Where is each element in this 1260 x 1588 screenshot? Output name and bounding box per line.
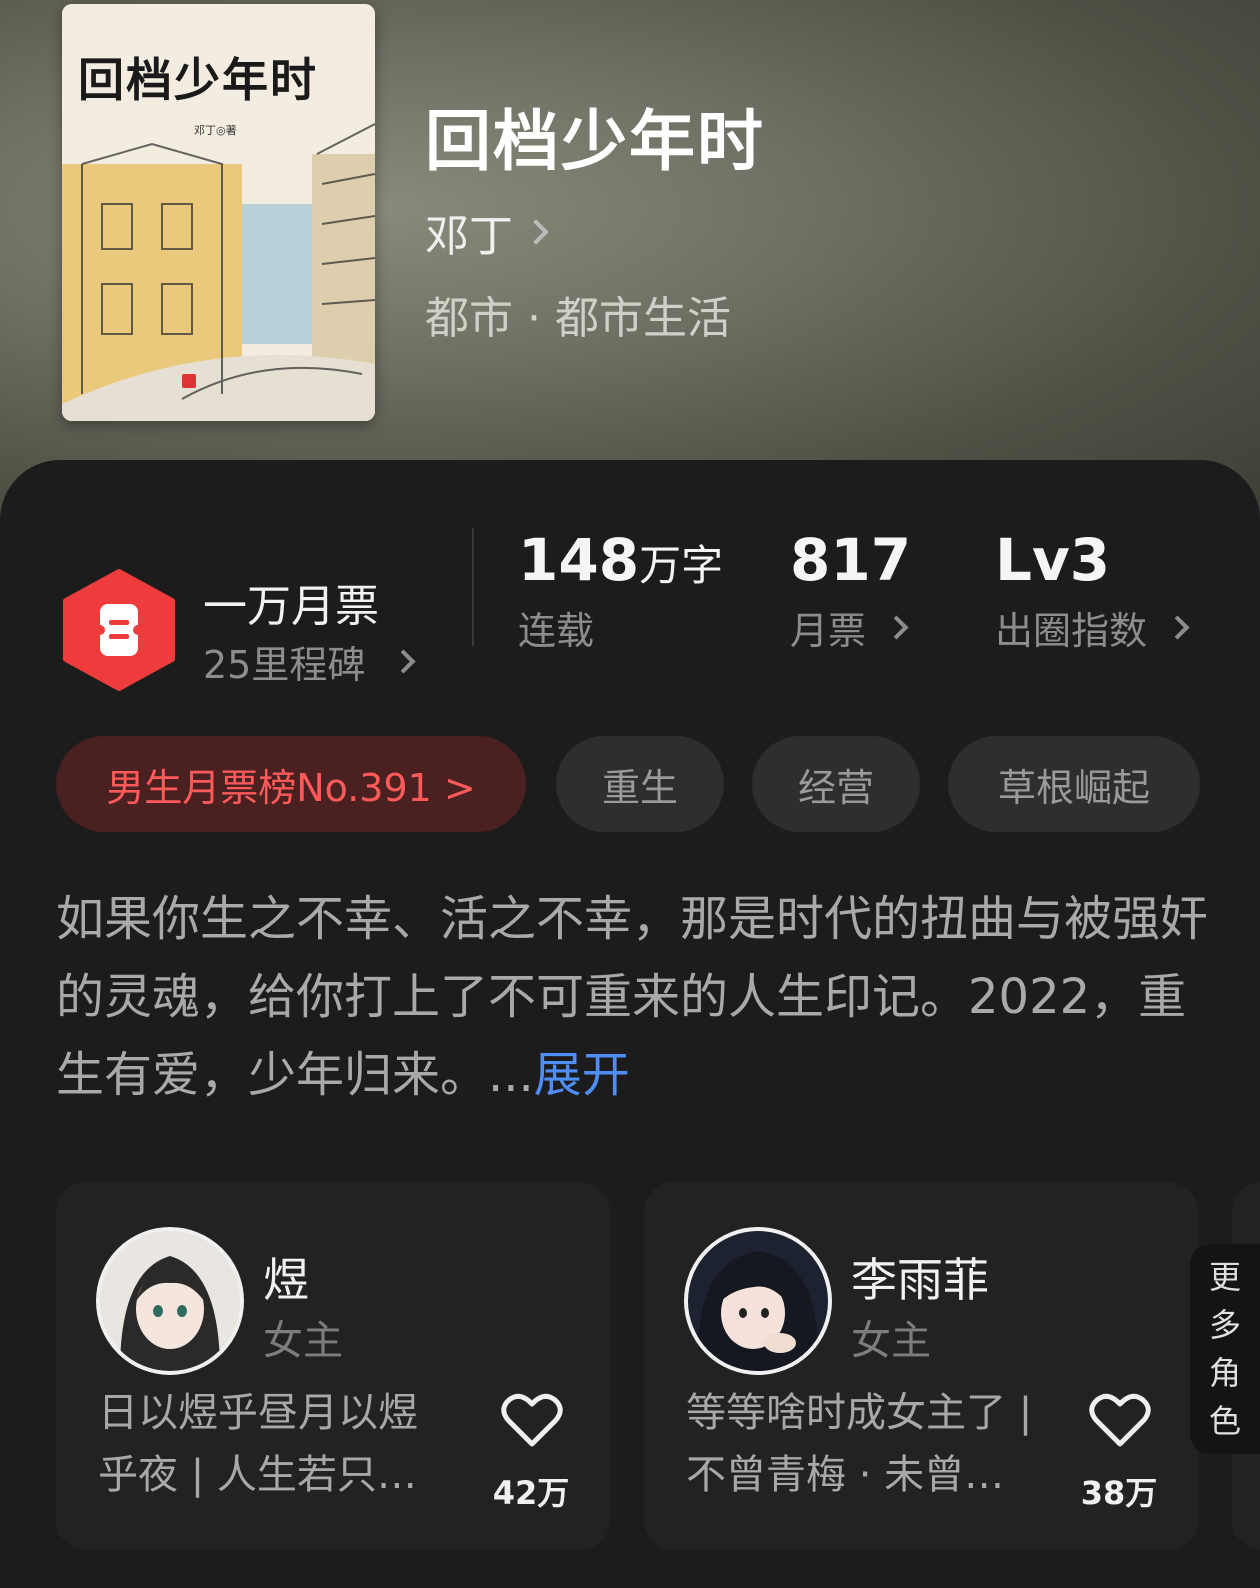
character-avatar (96, 1227, 244, 1375)
ranking-chip[interactable]: 男生月票榜No.391 > (56, 736, 526, 832)
description-text: 如果你生之不幸、活之不幸，那是时代的扭曲与被强奸的灵魂，给你打上了不可重来的人生… (56, 891, 1209, 1103)
book-title: 回档少年时 (425, 102, 765, 180)
milestone-subtitle: 25里程碑 (203, 643, 366, 687)
ticket-hexagon-icon (63, 569, 175, 691)
milestone-link[interactable]: 25里程碑 (203, 634, 416, 689)
more-roles-char: 色 (1208, 1402, 1241, 1440)
tag-chip[interactable]: 重生 (556, 736, 724, 832)
cover-author: 邓丁◎著 (194, 124, 237, 137)
more-roles-button[interactable]: 更 多 角 色 (1190, 1244, 1260, 1454)
stats-divider (472, 528, 474, 646)
genre-label: 都市 · 都市生活 (425, 293, 731, 344)
stat-unit: 万字 (639, 541, 724, 590)
milestone-title: 一万月票 (203, 581, 379, 632)
character-role: 女主 (851, 1318, 931, 1364)
like-count: 38万 (1080, 1474, 1158, 1512)
like-count: 42万 (492, 1474, 570, 1512)
chevron-right-icon (523, 219, 549, 245)
book-cover[interactable]: 回档少年时 邓丁◎著 (62, 4, 375, 421)
stat-value: 817 (790, 526, 912, 594)
tag-chip[interactable]: 经营 (752, 736, 920, 832)
stat-label: 月票 (790, 609, 867, 653)
author-link[interactable]: 邓丁 (425, 200, 549, 264)
chevron-right-icon (391, 649, 416, 674)
stat-label: 连载 (518, 609, 595, 653)
character-card[interactable]: 煜 女主 日以煜乎昼月以煜乎夜 | 人生若只… 42万 (56, 1182, 610, 1550)
character-name: 煜 (263, 1253, 309, 1307)
heart-icon[interactable] (501, 1392, 563, 1448)
stat-monthly-tickets[interactable]: 817 月票 (790, 526, 911, 655)
more-roles-char: 角 (1208, 1354, 1241, 1392)
author-name: 邓丁 (425, 211, 513, 262)
book-description: 如果你生之不幸、活之不幸，那是时代的扭曲与被强奸的灵魂，给你打上了不可重来的人生… (56, 880, 1216, 1114)
tag-chip[interactable]: 草根崛起 (948, 736, 1200, 832)
heart-icon[interactable] (1089, 1392, 1151, 1448)
chevron-right-icon (884, 615, 909, 640)
stat-label: 出圈指数 (995, 609, 1148, 653)
character-quote: 等等啥时成女主了 | 不曾青梅 · 未曾… (686, 1390, 1033, 1498)
expand-link[interactable]: 展开 (534, 1047, 630, 1103)
stat-value: Lv3 (995, 526, 1111, 594)
stat-value: 148 (518, 526, 640, 594)
more-roles-char: 更 (1208, 1258, 1241, 1296)
character-name: 李雨菲 (851, 1253, 989, 1307)
character-avatar (684, 1227, 832, 1375)
stat-word-count: 148万字 连载 (518, 526, 723, 655)
character-role: 女主 (263, 1318, 343, 1364)
character-card[interactable]: 李雨菲 女主 等等啥时成女主了 | 不曾青梅 · 未曾… 38万 (644, 1182, 1198, 1550)
chevron-right-icon (1165, 615, 1190, 640)
more-roles-char: 多 (1208, 1306, 1241, 1344)
cover-title: 回档少年时 (78, 53, 318, 107)
character-quote: 日以煜乎昼月以煜乎夜 | 人生若只… (98, 1390, 418, 1498)
stat-influence-index[interactable]: Lv3 出圈指数 (995, 526, 1190, 655)
